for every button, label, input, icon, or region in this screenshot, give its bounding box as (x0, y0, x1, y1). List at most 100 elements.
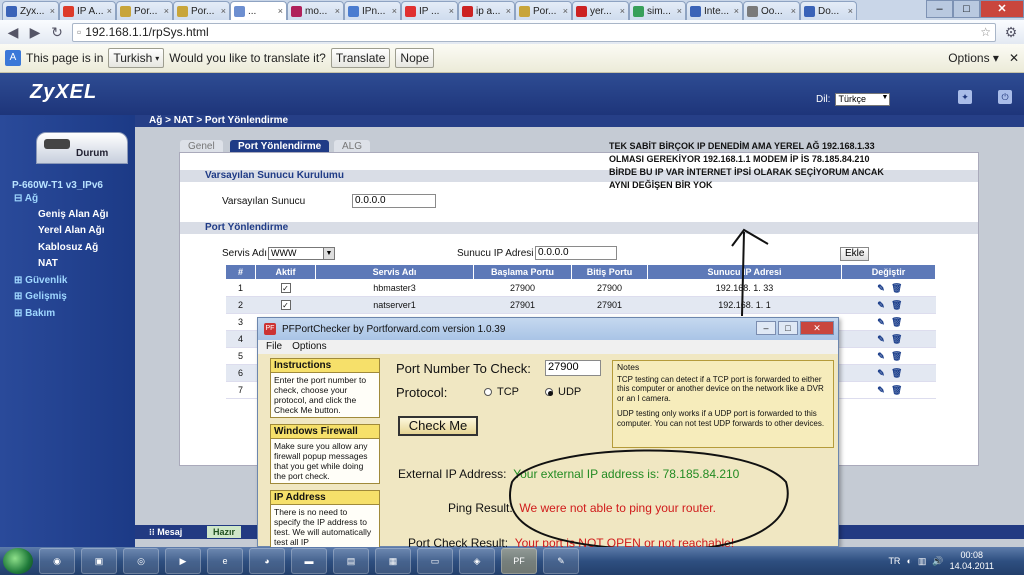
menu-wan[interactable]: Geniş Alan Ağı (38, 209, 108, 220)
edit-icon[interactable]: ✎ (876, 317, 886, 327)
input-language[interactable]: TR (888, 556, 900, 566)
close-tab-icon[interactable]: × (563, 6, 568, 16)
close-window-button[interactable]: ✕ (980, 0, 1024, 18)
delete-icon[interactable]: 🗑 (891, 283, 902, 293)
menu-advanced[interactable]: ⊞ Gelişmiş (14, 291, 67, 302)
browser-tab-4[interactable]: Por... × (173, 1, 230, 20)
close-tab-icon[interactable]: × (449, 6, 454, 16)
browser-tab-1[interactable]: Zyx... × (2, 1, 59, 20)
browser-tab-14[interactable]: Oo... × (743, 1, 800, 20)
edit-icon[interactable]: ✎ (876, 283, 886, 293)
wizard-icon[interactable]: ✦ (958, 90, 972, 104)
reload-icon[interactable]: ↻ (50, 24, 64, 41)
terminal-icon[interactable]: ▭ (417, 548, 453, 574)
translate-options-button[interactable]: Options ▾ (948, 51, 999, 65)
browser-tab-6[interactable]: mo... × (287, 1, 344, 20)
browser-tab-3[interactable]: Por... × (116, 1, 173, 20)
close-tab-icon[interactable]: × (791, 6, 796, 16)
winamp-icon[interactable]: ◈ (459, 548, 495, 574)
delete-icon[interactable]: 🗑 (891, 300, 902, 310)
translate-button[interactable]: Translate (330, 48, 391, 68)
url-input[interactable]: ▫ 192.168.1.1/rpSys.html ☆ (72, 22, 996, 42)
edit-icon[interactable]: ✎ (876, 385, 886, 395)
pf-minimize-button[interactable]: – (756, 321, 776, 335)
close-tab-icon[interactable]: × (848, 6, 853, 16)
browser-tab-13[interactable]: Inte... × (686, 1, 743, 20)
server-ip-input[interactable]: 0.0.0.0 (535, 246, 617, 260)
logout-icon[interactable]: ⏻ (998, 90, 1012, 104)
close-tab-icon[interactable]: × (506, 6, 511, 16)
delete-icon[interactable]: 🗑 (891, 351, 902, 361)
edit-icon[interactable]: ✎ (876, 368, 886, 378)
menu-security[interactable]: ⊞ Güvenlik (14, 275, 67, 286)
close-tab-icon[interactable]: × (278, 6, 283, 16)
start-button[interactable] (3, 548, 33, 574)
steam-icon[interactable]: ▬ (291, 548, 327, 574)
browser-tab-5[interactable]: ... × (230, 1, 287, 20)
close-tab-icon[interactable]: × (677, 6, 682, 16)
language-select[interactable]: Turkish ▾ (108, 48, 165, 68)
bookmark-star-icon[interactable]: ☆ (980, 25, 991, 39)
browser-tab-10[interactable]: Por... × (515, 1, 572, 20)
udp-radio[interactable]: UDP (545, 386, 581, 398)
menu-maintenance[interactable]: ⊞ Bakım (14, 308, 55, 319)
close-tab-icon[interactable]: × (335, 6, 340, 16)
delete-icon[interactable]: 🗑 (891, 317, 902, 327)
pf-menu-file[interactable]: File (266, 340, 282, 354)
active-checkbox[interactable]: ✓ (280, 283, 291, 293)
edit-icon[interactable]: ✎ (876, 300, 886, 310)
folder-icon[interactable]: ▤ (333, 548, 369, 574)
port-number-input[interactable]: 27900 (545, 360, 601, 376)
player-icon[interactable]: ▶ (165, 548, 201, 574)
delete-icon[interactable]: 🗑 (891, 334, 902, 344)
tcp-radio[interactable]: TCP (484, 386, 519, 398)
check-me-button[interactable]: Check Me (398, 416, 478, 436)
steam-tray-icon[interactable]: ◐ (906, 556, 911, 566)
media-icon[interactable]: ◎ (123, 548, 159, 574)
browser-tab-11[interactable]: yer... × (572, 1, 629, 20)
network-app-icon[interactable]: ▦ (375, 548, 411, 574)
network-tray-icon[interactable]: ▥ (918, 556, 927, 567)
firefox-icon[interactable]: ◉ (39, 548, 75, 574)
close-tab-icon[interactable]: × (620, 6, 625, 16)
menu-wireless[interactable]: Kablosuz Ağ (38, 242, 98, 253)
pf-close-button[interactable]: ✕ (800, 321, 834, 335)
default-server-input[interactable]: 0.0.0.0 (352, 194, 436, 208)
menu-nat[interactable]: NAT (38, 258, 58, 269)
close-tab-icon[interactable]: × (107, 6, 112, 16)
close-translate-icon[interactable]: ✕ (1009, 51, 1019, 65)
service-name-select[interactable]: WWW ▼ (268, 247, 335, 260)
maximize-button[interactable]: □ (953, 0, 980, 18)
pf-menu-options[interactable]: Options (292, 340, 326, 354)
pf-titlebar[interactable]: PF PFPortChecker by Portforward.com vers… (258, 318, 838, 340)
active-checkbox[interactable]: ✓ (280, 300, 291, 310)
close-tab-icon[interactable]: × (164, 6, 169, 16)
pfportchecker-taskbar-icon[interactable]: PF (501, 548, 537, 574)
clock[interactable]: 00:08 14.04.2011 (950, 550, 994, 572)
browser-tab-7[interactable]: IPn... × (344, 1, 401, 20)
delete-icon[interactable]: 🗑 (891, 368, 902, 378)
nope-button[interactable]: Nope (395, 48, 435, 68)
wrench-icon[interactable]: ⚙ (1004, 24, 1018, 41)
explorer-icon[interactable]: ▣ (81, 548, 117, 574)
browser-tab-8[interactable]: IP ... × (401, 1, 458, 20)
browser-tab-9[interactable]: ip a... × (458, 1, 515, 20)
close-tab-icon[interactable]: × (50, 6, 55, 16)
volume-icon[interactable]: 🔊 (932, 556, 943, 567)
browser-tab-2[interactable]: IP A... × (59, 1, 116, 20)
close-tab-icon[interactable]: × (734, 6, 739, 16)
forward-icon[interactable]: ▶ (28, 24, 42, 41)
add-button[interactable]: Ekle (840, 247, 870, 261)
back-icon[interactable]: ◀ (6, 24, 20, 41)
menu-network[interactable]: ⊟ Ağ (14, 193, 38, 204)
chrome-icon[interactable]: ◕ (249, 548, 285, 574)
language-dropdown[interactable]: Türkçe ▼ (835, 93, 891, 106)
edit-icon[interactable]: ✎ (876, 334, 886, 344)
edit-icon[interactable]: ✎ (876, 351, 886, 361)
ie-icon[interactable]: e (207, 548, 243, 574)
close-tab-icon[interactable]: × (221, 6, 226, 16)
menu-lan[interactable]: Yerel Alan Ağı (38, 225, 105, 236)
delete-icon[interactable]: 🗑 (891, 385, 902, 395)
pf-maximize-button[interactable]: □ (778, 321, 798, 335)
close-tab-icon[interactable]: × (392, 6, 397, 16)
